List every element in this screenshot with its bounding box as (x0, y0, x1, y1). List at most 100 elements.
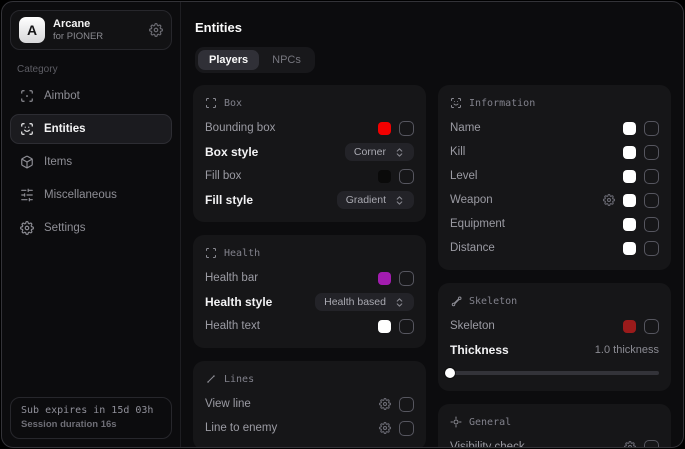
subscription-info-card: Sub expires in 15d 03h Session duration … (10, 397, 172, 439)
fill-box-checkbox[interactable] (399, 169, 414, 184)
line-icon (205, 373, 217, 385)
thickness-slider[interactable] (450, 368, 659, 378)
name-row: Name (450, 117, 659, 139)
chevrons-up-down-icon (394, 147, 405, 158)
fill-box-row: Fill box (205, 165, 414, 187)
sidebar-item-label: Settings (44, 222, 86, 234)
box-card: Box Bounding box Box style (193, 85, 426, 222)
skeleton-checkbox[interactable] (644, 319, 659, 334)
kill-row: Kill (450, 141, 659, 163)
view-line-row: View line (205, 393, 414, 415)
bounding-box-color-swatch[interactable] (378, 122, 391, 135)
information-card: Information Name Kill (438, 85, 671, 270)
card-title: Lines (224, 374, 254, 385)
health-text-row: Health text (205, 315, 414, 337)
entities-scan-face-icon (20, 122, 34, 136)
health-bar-checkbox[interactable] (399, 271, 414, 286)
sidebar-item-items[interactable]: Items (10, 147, 172, 177)
card-title: Box (224, 98, 242, 109)
skeleton-row: Skeleton (450, 315, 659, 337)
information-scan-face-icon (450, 97, 462, 109)
level-row: Level (450, 165, 659, 187)
skeleton-color-swatch[interactable] (623, 320, 636, 333)
visibility-check-row: Visibility check (450, 436, 659, 447)
sidebar-item-label: Aimbot (44, 90, 80, 102)
equipment-checkbox[interactable] (644, 217, 659, 232)
kill-checkbox[interactable] (644, 145, 659, 160)
view-line-checkbox[interactable] (399, 397, 414, 412)
bounding-box-checkbox[interactable] (399, 121, 414, 136)
sidebar-item-miscellaneous[interactable]: Miscellaneous (10, 180, 172, 210)
level-checkbox[interactable] (644, 169, 659, 184)
visibility-check-checkbox[interactable] (644, 440, 659, 448)
thickness-row: Thickness 1.0 thickness (450, 339, 659, 361)
fill-box-color-swatch[interactable] (378, 170, 391, 183)
settings-gear-icon[interactable] (149, 23, 163, 37)
card-title: General (469, 417, 511, 428)
tab-npcs[interactable]: NPCs (261, 50, 312, 70)
sidebar-item-label: Entities (44, 123, 86, 135)
sidebar-item-aimbot[interactable]: Aimbot (10, 81, 172, 111)
tab-players[interactable]: Players (198, 50, 259, 70)
bounding-box-row: Bounding box (205, 117, 414, 139)
health-text-checkbox[interactable] (399, 319, 414, 334)
kill-color-swatch[interactable] (623, 146, 636, 159)
box-style-dropdown[interactable]: Corner (345, 143, 414, 161)
name-checkbox[interactable] (644, 121, 659, 136)
main-panel: Entities Players NPCs Box Bounding box (181, 2, 683, 447)
package-icon (20, 155, 34, 169)
sidebar-item-entities[interactable]: Entities (10, 114, 172, 144)
view-line-settings-gear-icon[interactable] (379, 398, 391, 410)
equipment-row: Equipment (450, 213, 659, 235)
fill-style-row: Fill style Gradient (205, 189, 414, 211)
bone-icon (450, 295, 462, 307)
sliders-icon (20, 188, 34, 202)
page-title: Entities (195, 20, 671, 35)
name-color-swatch[interactable] (623, 122, 636, 135)
session-duration-text: Session duration 16s (21, 419, 161, 430)
app-name: Arcane (53, 18, 103, 30)
health-bar-color-swatch[interactable] (378, 272, 391, 285)
visibility-check-settings-gear-icon[interactable] (624, 441, 636, 447)
sidebar-item-settings[interactable]: Settings (10, 213, 172, 243)
gear-icon (20, 221, 34, 235)
thickness-value: 1.0 thickness (595, 344, 659, 356)
sidebar-nav: Aimbot Entities Items Miscellaneous Sett… (10, 81, 172, 243)
sun-target-icon (450, 416, 462, 428)
weapon-color-swatch[interactable] (623, 194, 636, 207)
health-text-color-swatch[interactable] (378, 320, 391, 333)
card-title: Health (224, 248, 260, 259)
entity-type-tabs: Players NPCs (195, 47, 315, 73)
health-brackets-icon (205, 247, 217, 259)
line-to-enemy-checkbox[interactable] (399, 421, 414, 436)
distance-row: Distance (450, 237, 659, 259)
box-brackets-icon (205, 97, 217, 109)
level-color-swatch[interactable] (623, 170, 636, 183)
app-logo: A (19, 17, 45, 43)
weapon-settings-gear-icon[interactable] (603, 194, 615, 206)
fill-style-dropdown[interactable]: Gradient (337, 191, 414, 209)
weapon-checkbox[interactable] (644, 193, 659, 208)
equipment-color-swatch[interactable] (623, 218, 636, 231)
sidebar: A Arcane for PIONER Category Aimbot Enti… (2, 2, 181, 447)
general-card: General Visibility check Max distance (438, 404, 671, 447)
weapon-row: Weapon (450, 189, 659, 211)
thickness-slider-thumb[interactable] (445, 368, 455, 378)
line-to-enemy-row: Line to enemy (205, 417, 414, 439)
line-to-enemy-settings-gear-icon[interactable] (379, 422, 391, 434)
app-subtitle: for PIONER (53, 31, 103, 42)
aimbot-crosshair-icon (20, 89, 34, 103)
chevrons-up-down-icon (394, 297, 405, 308)
sub-expires-text: Sub expires in 15d 03h (21, 405, 161, 416)
distance-color-swatch[interactable] (623, 242, 636, 255)
app-window: A Arcane for PIONER Category Aimbot Enti… (1, 1, 684, 448)
health-card: Health Health bar Health style (193, 235, 426, 348)
health-style-dropdown[interactable]: Health based (315, 293, 414, 311)
sidebar-item-label: Items (44, 156, 72, 168)
brand-card: A Arcane for PIONER (10, 10, 172, 50)
chevrons-up-down-icon (394, 195, 405, 206)
lines-card: Lines View line Line to enemy (193, 361, 426, 447)
card-title: Skeleton (469, 296, 517, 307)
health-style-row: Health style Health based (205, 291, 414, 313)
distance-checkbox[interactable] (644, 241, 659, 256)
